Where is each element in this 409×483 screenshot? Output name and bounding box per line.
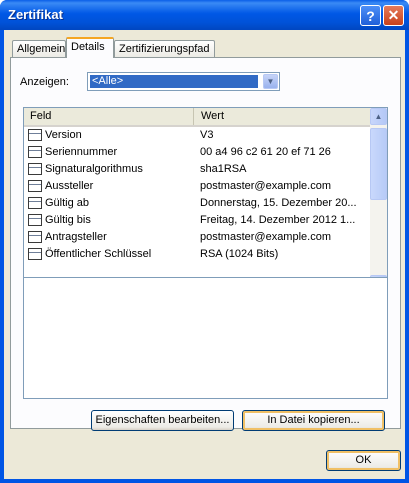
- certificate-field-icon: [28, 231, 42, 243]
- field-name: Version: [45, 129, 82, 141]
- table-row[interactable]: Antragsteller postmaster@example.com: [24, 229, 370, 246]
- field-value: sha1RSA: [200, 163, 247, 175]
- help-icon: ?: [366, 7, 375, 24]
- field-name: Gültig bis: [45, 214, 91, 226]
- field-value: postmaster@example.com: [200, 180, 331, 192]
- certificate-dialog: Zertifikat ? ✕ Allgemein Details Zertifi…: [0, 0, 409, 483]
- scroll-up-button[interactable]: ▲: [370, 108, 387, 125]
- ok-button[interactable]: OK: [326, 450, 401, 471]
- show-select[interactable]: <Alle> ▼: [87, 72, 280, 91]
- field-name: Aussteller: [45, 180, 94, 192]
- certificate-field-icon: [28, 248, 42, 260]
- show-select-value: <Alle>: [90, 75, 258, 88]
- field-value: 00 a4 96 c2 61 20 ef 71 26: [200, 146, 331, 158]
- chevron-up-icon: ▲: [374, 112, 383, 121]
- tab-details[interactable]: Details: [66, 37, 114, 58]
- field-value: RSA (1024 Bits): [200, 248, 279, 260]
- table-row[interactable]: Signaturalgorithmus sha1RSA: [24, 161, 370, 178]
- certificate-field-icon: [28, 146, 42, 158]
- close-button[interactable]: ✕: [383, 5, 404, 26]
- close-icon: ✕: [387, 7, 400, 23]
- field-name: Antragsteller: [45, 231, 107, 243]
- window-title: Zertifikat: [8, 7, 63, 22]
- certificate-fields-list[interactable]: Feld Wert Version V3 Seriennummer 00 a4 …: [23, 107, 388, 293]
- table-row[interactable]: Version V3: [24, 127, 370, 144]
- dialog-client-area: Allgemein Details Zertifizierungspfad An…: [4, 30, 405, 479]
- show-label: Anzeigen:: [20, 76, 69, 88]
- certificate-field-icon: [28, 163, 42, 175]
- field-detail-textbox[interactable]: [23, 277, 388, 399]
- edit-properties-button[interactable]: Eigenschaften bearbeiten...: [91, 410, 234, 431]
- chevron-down-icon[interactable]: ▼: [263, 74, 278, 89]
- column-header-field[interactable]: Feld: [24, 108, 194, 125]
- field-name: Signaturalgorithmus: [45, 163, 143, 175]
- certificate-field-icon: [28, 214, 42, 226]
- field-name: Öffentlicher Schlüssel: [45, 248, 152, 260]
- table-row[interactable]: Öffentlicher Schlüssel RSA (1024 Bits): [24, 246, 370, 263]
- copy-to-file-button[interactable]: In Datei kopieren...: [242, 410, 385, 431]
- certificate-field-icon: [28, 129, 42, 141]
- table-row[interactable]: Gültig ab Donnerstag, 15. Dezember 20...: [24, 195, 370, 212]
- field-name: Seriennummer: [45, 146, 118, 158]
- column-header-value[interactable]: Wert: [195, 108, 370, 125]
- certificate-field-icon: [28, 197, 42, 209]
- field-value: Donnerstag, 15. Dezember 20...: [200, 197, 357, 209]
- field-value: V3: [200, 129, 214, 141]
- field-value: Freitag, 14. Dezember 2012 1...: [200, 214, 356, 226]
- table-row[interactable]: Gültig bis Freitag, 14. Dezember 2012 1.…: [24, 212, 370, 229]
- table-row[interactable]: Seriennummer 00 a4 96 c2 61 20 ef 71 26: [24, 144, 370, 161]
- vertical-scrollbar[interactable]: ▲ ▼: [370, 108, 387, 292]
- tab-allgemein[interactable]: Allgemein: [12, 40, 66, 57]
- scrollbar-thumb[interactable]: [370, 128, 387, 200]
- field-name: Gültig ab: [45, 197, 90, 209]
- tab-zertifizierungspfad[interactable]: Zertifizierungspfad: [114, 40, 215, 57]
- title-bar: Zertifikat ? ✕: [0, 0, 409, 30]
- certificate-field-icon: [28, 180, 42, 192]
- list-header: Feld Wert: [24, 108, 370, 127]
- help-button[interactable]: ?: [360, 5, 381, 26]
- field-value: postmaster@example.com: [200, 231, 331, 243]
- table-row[interactable]: Aussteller postmaster@example.com: [24, 178, 370, 195]
